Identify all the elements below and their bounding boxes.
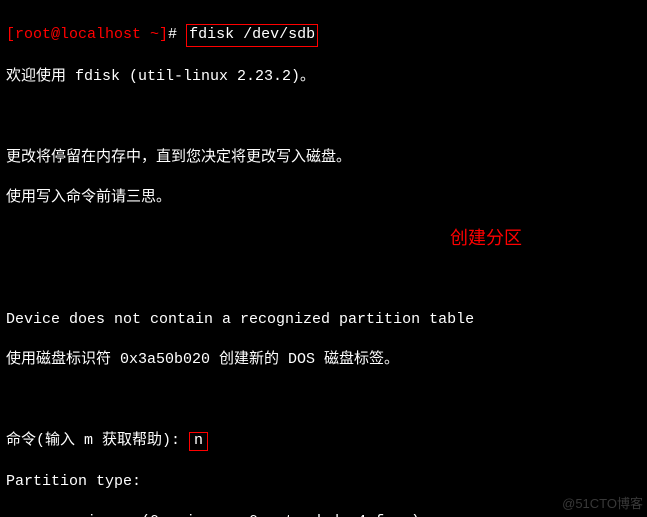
prompt-user-host: [root@localhost ~] <box>6 26 168 43</box>
fdisk-command: fdisk /dev/sdb <box>186 24 318 46</box>
welcome-line: 欢迎使用 fdisk (util-linux 2.23.2)。 <box>6 67 641 87</box>
blank-line <box>6 391 641 411</box>
notice-line-1: 更改将停留在内存中，直到您决定将更改写入磁盘。 <box>6 148 641 168</box>
device-msg-line: Device does not contain a recognized par… <box>6 310 641 330</box>
ptype-header: Partition type: <box>6 472 641 492</box>
cmd-prompt-n: 命令(输入 m 获取帮助): n <box>6 431 641 451</box>
prompt-line[interactable]: [root@localhost ~]# fdisk /dev/sdb <box>6 24 641 46</box>
ptype-primary: p primary (0 primary, 0 extended, 4 free… <box>6 512 641 517</box>
watermark: @51CTO博客 <box>562 495 643 513</box>
dos-label-line: 使用磁盘标识符 0x3a50b020 创建新的 DOS 磁盘标签。 <box>6 350 641 370</box>
blank-line <box>6 107 641 127</box>
blank-line <box>6 269 641 289</box>
prompt-hash: # <box>168 26 177 43</box>
cmd-prompt-text: 命令(输入 m 获取帮助): <box>6 432 180 449</box>
blank-line <box>6 229 641 249</box>
notice-line-2: 使用写入命令前请三思。 <box>6 188 641 208</box>
terminal-output: [root@localhost ~]# fdisk /dev/sdb 欢迎使用 … <box>0 0 647 517</box>
input-n-box: n <box>189 432 208 451</box>
annotation-label: 创建分区 <box>450 226 522 250</box>
